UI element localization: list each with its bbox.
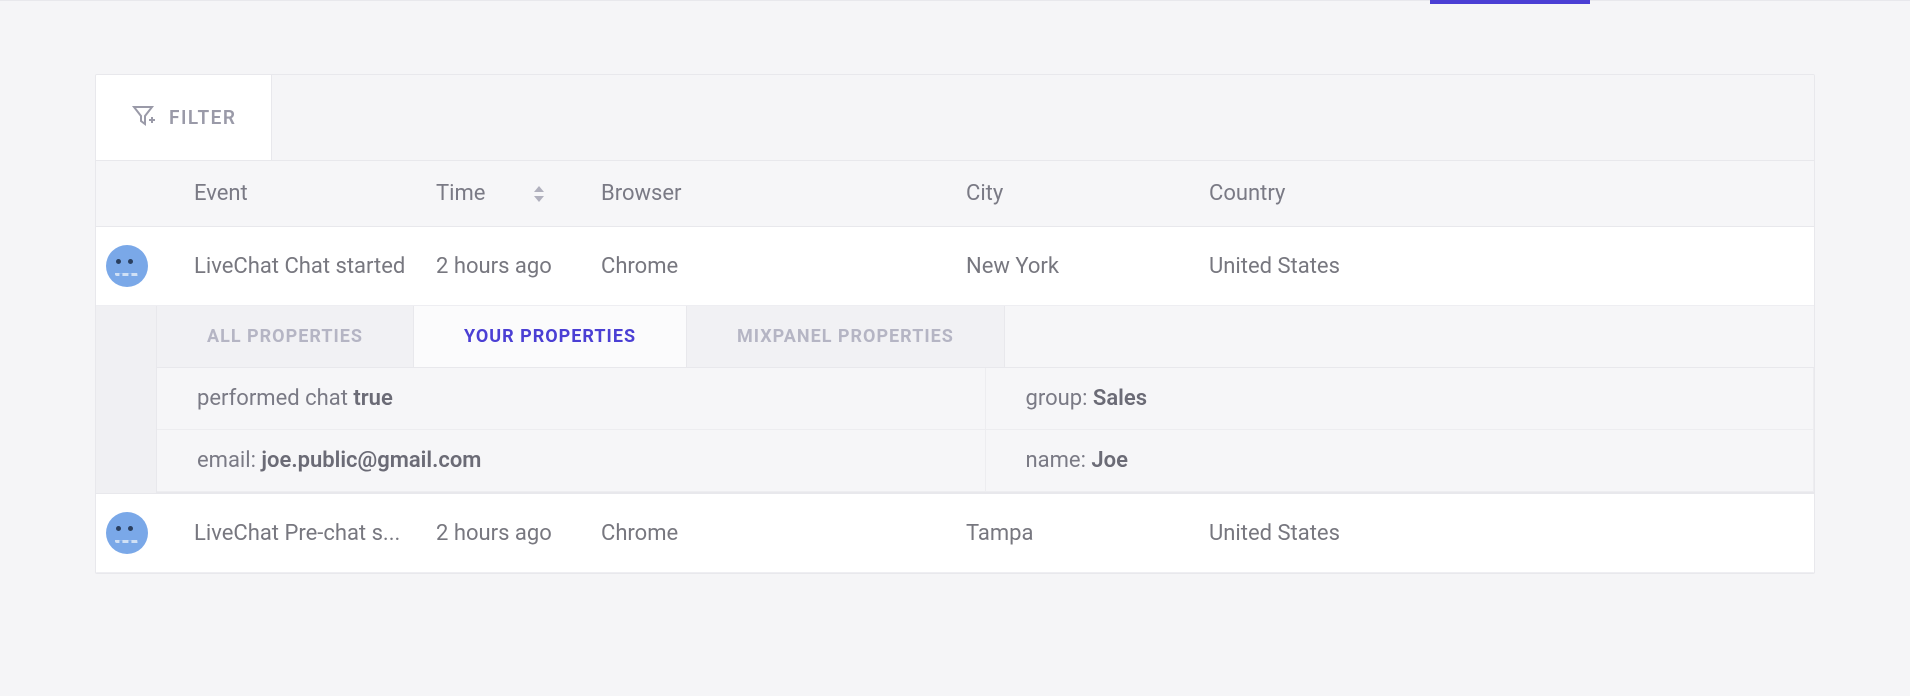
cell-country: United States: [1209, 521, 1814, 546]
column-header-event[interactable]: Event: [176, 181, 436, 206]
cell-event: LiveChat Chat started: [176, 254, 436, 279]
avatar: [106, 512, 148, 554]
property-value: joe.public@gmail.com: [261, 448, 481, 473]
table-header: Event Time Browser City Country: [96, 161, 1814, 227]
column-header-time-label: Time: [436, 181, 485, 206]
property-tabs: ALL PROPERTIES YOUR PROPERTIES MIXPANEL …: [157, 306, 1814, 368]
column-header-time[interactable]: Time: [436, 181, 601, 206]
cell-browser: Chrome: [601, 521, 966, 546]
column-header-country[interactable]: Country: [1209, 181, 1814, 206]
cell-event: LiveChat Pre-chat s...: [176, 521, 436, 546]
column-header-browser[interactable]: Browser: [601, 181, 966, 206]
cell-time: 2 hours ago: [436, 521, 601, 546]
column-header-city[interactable]: City: [966, 181, 1209, 206]
expanded-row: ALL PROPERTIES YOUR PROPERTIES MIXPANEL …: [96, 306, 1814, 494]
property-cell: group: Sales: [986, 368, 1815, 430]
events-panel: FILTER Event Time Browser City Country: [95, 74, 1815, 574]
property-cell: performed chat true: [157, 368, 986, 430]
property-value: Sales: [1093, 386, 1147, 411]
tab-all-properties[interactable]: ALL PROPERTIES: [157, 306, 414, 367]
filter-button[interactable]: FILTER: [96, 75, 272, 160]
property-key: name:: [1026, 448, 1092, 473]
property-key: performed chat: [197, 386, 353, 411]
cell-time: 2 hours ago: [436, 254, 601, 279]
property-key: group:: [1026, 386, 1093, 411]
property-cell: email: joe.public@gmail.com: [157, 430, 986, 492]
property-value: true: [353, 386, 392, 411]
table-row[interactable]: LiveChat Chat started 2 hours ago Chrome…: [96, 227, 1814, 306]
cell-city: New York: [966, 254, 1209, 279]
active-tab-indicator: [1430, 0, 1590, 4]
filter-bar: FILTER: [96, 75, 1814, 161]
cell-browser: Chrome: [601, 254, 966, 279]
filter-label: FILTER: [169, 106, 236, 129]
avatar: [106, 245, 148, 287]
sort-icon: [533, 185, 545, 203]
cell-city: Tampa: [966, 521, 1209, 546]
expanded-panel: ALL PROPERTIES YOUR PROPERTIES MIXPANEL …: [156, 306, 1814, 493]
property-cell: name: Joe: [986, 430, 1815, 492]
main-container: FILTER Event Time Browser City Country: [0, 4, 1910, 574]
tab-mixpanel-properties[interactable]: MIXPANEL PROPERTIES: [687, 306, 1005, 367]
filter-icon: [131, 103, 155, 132]
property-value: Joe: [1091, 448, 1128, 473]
cell-country: United States: [1209, 254, 1814, 279]
table-row[interactable]: LiveChat Pre-chat s... 2 hours ago Chrom…: [96, 494, 1814, 573]
property-grid: performed chat true group: Sales email: …: [157, 368, 1814, 492]
tab-your-properties[interactable]: YOUR PROPERTIES: [414, 306, 687, 367]
property-key: email:: [197, 448, 261, 473]
